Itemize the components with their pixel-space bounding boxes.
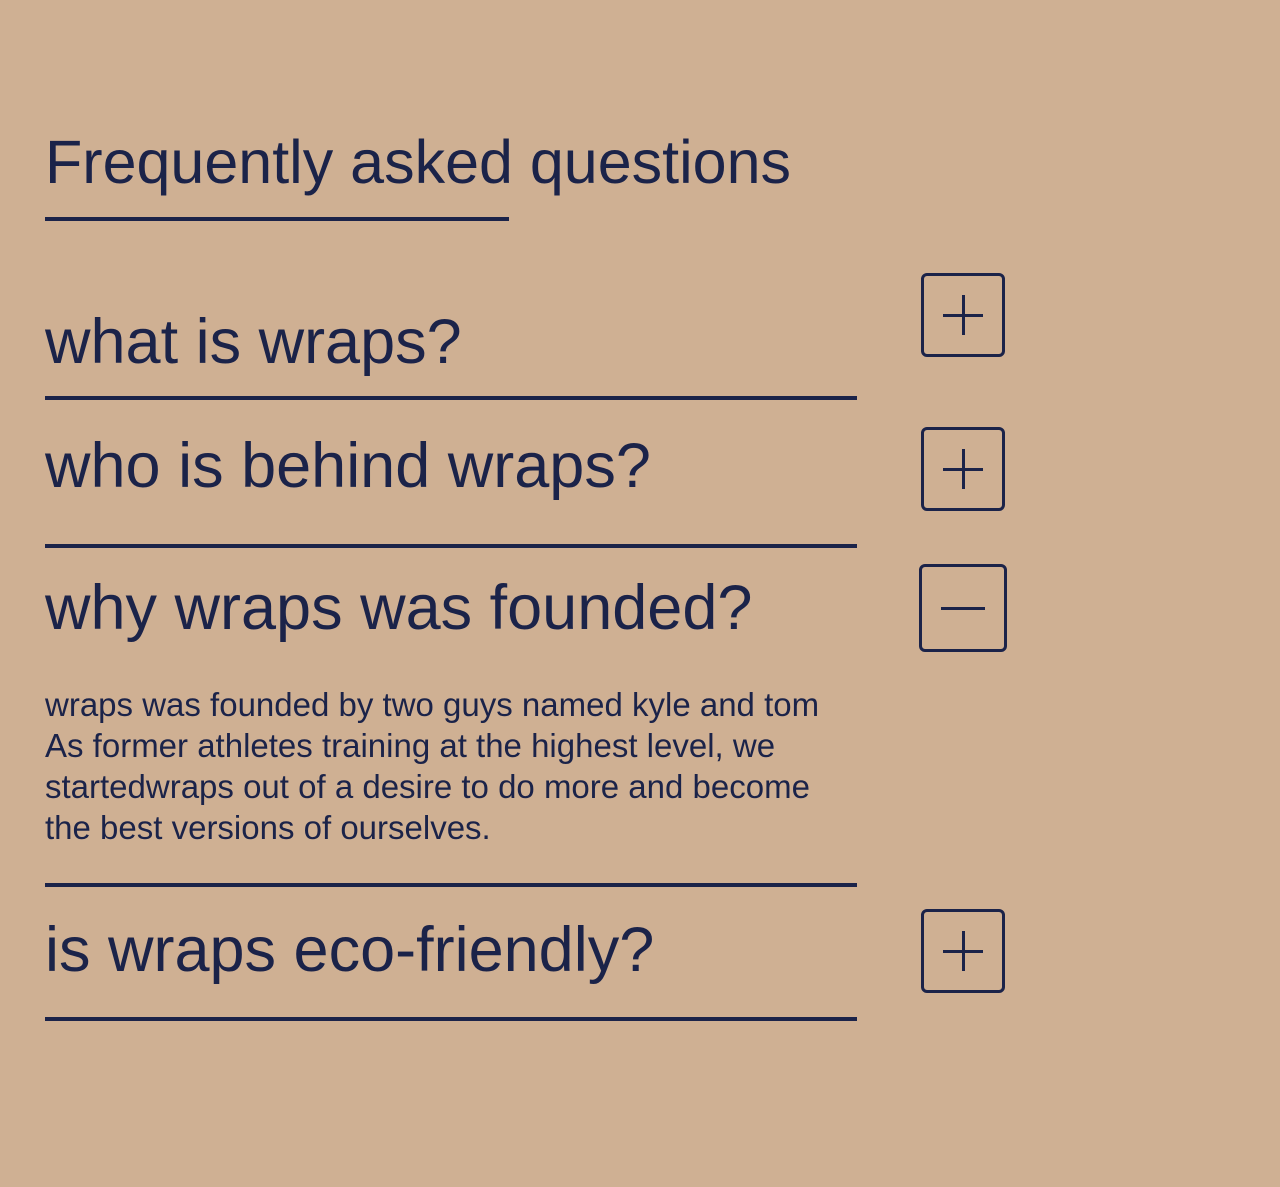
faq-toggle-why-wraps-was-founded[interactable] bbox=[919, 564, 1007, 652]
faq-question-is-wraps-eco-friendly[interactable]: is wraps eco-friendly? bbox=[45, 912, 654, 988]
faq-answer-why-wraps-was-founded: wraps was founded by two guys named kyle… bbox=[45, 684, 885, 848]
faq-question-why-wraps-was-founded[interactable]: why wraps was founded? bbox=[45, 570, 752, 646]
answer-line: As former athletes training at the highe… bbox=[45, 727, 776, 764]
answer-line: startedwraps out of a desire to do more … bbox=[45, 768, 810, 805]
faq-question-who-is-behind-wraps[interactable]: who is behind wraps? bbox=[45, 428, 651, 504]
faq-divider bbox=[45, 1017, 857, 1021]
faq-divider bbox=[45, 883, 857, 887]
answer-line: the best versions of ourselves. bbox=[45, 809, 491, 846]
faq-divider bbox=[45, 544, 857, 548]
answer-line: wraps was founded by two guys named kyle… bbox=[45, 686, 820, 723]
faq-toggle-who-is-behind-wraps[interactable] bbox=[921, 427, 1005, 511]
faq-toggle-is-wraps-eco-friendly[interactable] bbox=[921, 909, 1005, 993]
faq-question-what-is-wraps[interactable]: what is wraps? bbox=[45, 304, 462, 380]
faq-toggle-what-is-wraps[interactable] bbox=[921, 273, 1005, 357]
title-underline bbox=[45, 217, 509, 221]
faq-title: Frequently asked questions bbox=[45, 128, 791, 196]
faq-divider bbox=[45, 396, 857, 400]
